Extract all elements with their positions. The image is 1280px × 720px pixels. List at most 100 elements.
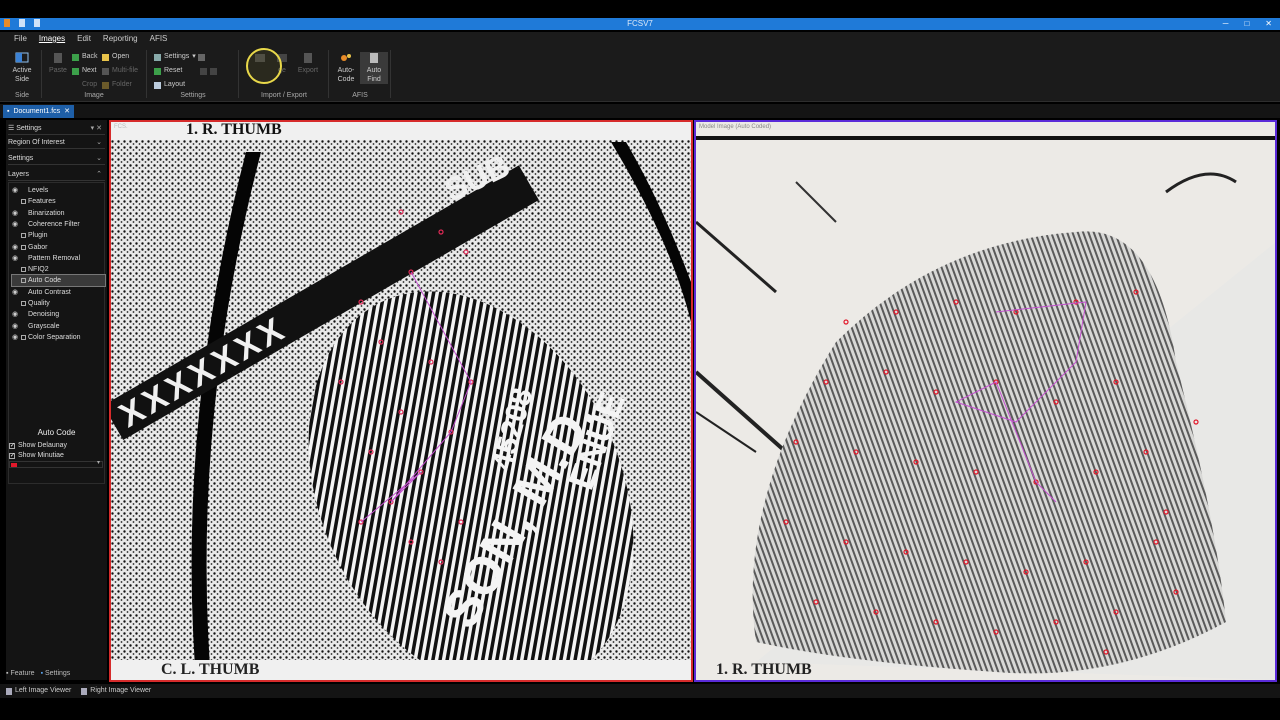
maximize-icon[interactable]: □	[1244, 18, 1249, 30]
chevron-down-icon: ▾	[192, 53, 196, 60]
left-fingerprint-image[interactable]: 1. R. THUMB XXXXXXX SUB 45208 ENUE SON, …	[111, 122, 691, 680]
layer-item[interactable]: ◉ Denoising	[12, 309, 105, 320]
layer-checkbox[interactable]	[21, 244, 26, 250]
layer-item[interactable]: ◉ Gabor	[12, 242, 105, 253]
close-tab-icon[interactable]: ✕	[64, 105, 70, 118]
left-image-viewer[interactable]: 1. R. THUMB XXXXXXX SUB 45208 ENUE SON, …	[109, 120, 693, 682]
minutiae-color-picker[interactable]: ▾	[9, 460, 103, 468]
eye-icon[interactable]: ◉	[12, 332, 20, 343]
auto-find-icon	[367, 52, 381, 64]
menu-afis[interactable]: AFIS	[144, 32, 174, 46]
layer-item[interactable]: Quality	[12, 298, 105, 309]
active-side-button[interactable]: Active Side	[8, 52, 36, 84]
menu-reporting[interactable]: Reporting	[97, 32, 144, 46]
auto-code-button[interactable]: Auto-Code	[332, 52, 360, 84]
eye-icon[interactable]: ◉	[12, 219, 20, 230]
eye-icon[interactable]: ◉	[12, 242, 20, 253]
crop-button[interactable]: Crop	[82, 80, 97, 90]
layers-section[interactable]: Layers ⌃	[8, 169, 105, 181]
auto-find-button[interactable]: Auto Find	[360, 52, 388, 84]
reset-button[interactable]: Reset	[154, 66, 182, 76]
settings-section[interactable]: Settings ⌄	[8, 153, 105, 165]
layer-checkbox[interactable]	[21, 233, 26, 239]
menu-edit[interactable]: Edit	[71, 32, 97, 46]
eye-icon[interactable]: ◉	[12, 309, 20, 320]
back-button[interactable]: Back	[72, 52, 98, 62]
viewer-icon	[6, 687, 12, 695]
layer-checkbox[interactable]	[21, 301, 26, 306]
eye-icon[interactable]: ◉	[12, 185, 20, 196]
eye-icon[interactable]: ◉	[12, 253, 20, 264]
title-bar: FCSV7 ─ □ ✕	[0, 18, 1280, 30]
grid2-icon	[210, 67, 217, 75]
right-image-viewer-tab[interactable]: Right Image Viewer	[81, 684, 151, 698]
right-viewer-label: Model Image (Auto Coded)	[699, 124, 772, 130]
open-button[interactable]: Open	[102, 52, 129, 62]
layer-label: Quality	[28, 300, 50, 307]
right-fingerprint-image[interactable]: 1. R. THUMB	[696, 122, 1275, 680]
show-minutiae-checkbox[interactable]: ✓ Show Minutiae	[9, 451, 64, 461]
group-label-settings: Settings	[180, 92, 206, 99]
layer-item[interactable]: ◉ Color Separation	[12, 332, 105, 343]
layer-checkbox[interactable]	[21, 334, 26, 340]
right-image-viewer[interactable]: 1. R. THUMB Model Image (Auto Coded)	[694, 120, 1277, 682]
layer-item[interactable]: ◉ Pattern Removal	[12, 253, 105, 264]
auto-code-icon	[339, 52, 353, 64]
layer-item[interactable]: ◉ Auto Contrast	[12, 287, 105, 298]
layer-item[interactable]: Auto Code	[11, 274, 106, 288]
paste-button[interactable]: Paste	[44, 52, 72, 75]
reset-icon	[154, 67, 161, 75]
panel-menu-icon[interactable]: ▾ ✕	[91, 123, 102, 135]
eye-icon[interactable]: ◉	[12, 321, 20, 332]
region-of-interest-section[interactable]: Region Of Interest ⌄	[8, 137, 105, 149]
menu-bar: File Images Edit Reporting AFIS	[0, 32, 1280, 46]
toggle-button-a[interactable]	[198, 52, 205, 62]
paste-icon	[51, 52, 65, 64]
layout-button[interactable]: Layout	[154, 80, 185, 90]
document-tab[interactable]: ▪ Document1.fcs ✕	[3, 105, 75, 118]
settings-icon	[154, 53, 161, 61]
layer-item[interactable]: ◉ Binarization	[12, 208, 105, 219]
layer-item[interactable]: Features	[12, 196, 105, 207]
group-label-image: Image	[84, 92, 104, 99]
multi-file-button[interactable]: Multi-file	[102, 66, 138, 76]
ribbon-group-image: Paste Back Next Crop Open Multi-file Fol…	[44, 48, 144, 100]
close-window-icon[interactable]: ✕	[1265, 18, 1272, 30]
toggle-button-b[interactable]	[200, 66, 217, 76]
layer-item[interactable]: ◉ Levels	[12, 185, 105, 196]
export-button[interactable]: Export	[294, 52, 322, 75]
menu-file[interactable]: File	[8, 32, 33, 46]
folder-button[interactable]: Folder	[102, 80, 132, 90]
left-header-text: 1. R. THUMB	[186, 122, 282, 138]
tab-feature[interactable]: ▪ Feature	[6, 668, 35, 680]
left-image-viewer-tab[interactable]: Left Image Viewer	[6, 684, 71, 698]
tab-settings[interactable]: ▪ Settings	[41, 668, 71, 680]
layer-label: Pattern Removal	[28, 254, 81, 262]
right-bottom-text: 1. R. THUMB	[716, 661, 812, 678]
layer-checkbox[interactable]	[21, 199, 26, 205]
settings-dropdown[interactable]: Settings ▾	[154, 52, 196, 62]
layer-item[interactable]: Plugin	[12, 230, 105, 241]
layer-checkbox[interactable]	[21, 278, 26, 284]
panel-settings-header[interactable]: ☰ Settings ▾ ✕	[8, 123, 105, 135]
layer-item[interactable]: ◉ Coherence Filter	[12, 219, 105, 230]
eye-icon[interactable]: ◉	[12, 287, 20, 298]
show-delaunay-checkbox[interactable]: ✓ Show Delaunay	[9, 441, 67, 451]
layer-label: Color Separation	[28, 333, 81, 341]
layer-item[interactable]: ◉ Grayscale	[12, 321, 105, 332]
next-button[interactable]: Next	[72, 66, 96, 76]
layer-checkbox[interactable]	[21, 267, 26, 273]
layer-item[interactable]: NFIQ2	[12, 264, 105, 275]
chevron-down-icon: ⌄	[96, 155, 102, 162]
eye-icon[interactable]: ◉	[12, 208, 20, 219]
group-label-side: Side	[14, 92, 29, 99]
folder-icon	[102, 81, 109, 89]
chevron-up-icon: ⌃	[96, 171, 102, 178]
layer-label: Features	[28, 198, 56, 206]
window-title: FCSV7	[627, 19, 653, 28]
cursor-highlight	[246, 48, 282, 84]
back-icon	[72, 53, 79, 61]
minimize-icon[interactable]: ─	[1223, 18, 1229, 30]
menu-images[interactable]: Images	[33, 32, 71, 46]
chevron-down-icon: ▾	[96, 460, 100, 466]
